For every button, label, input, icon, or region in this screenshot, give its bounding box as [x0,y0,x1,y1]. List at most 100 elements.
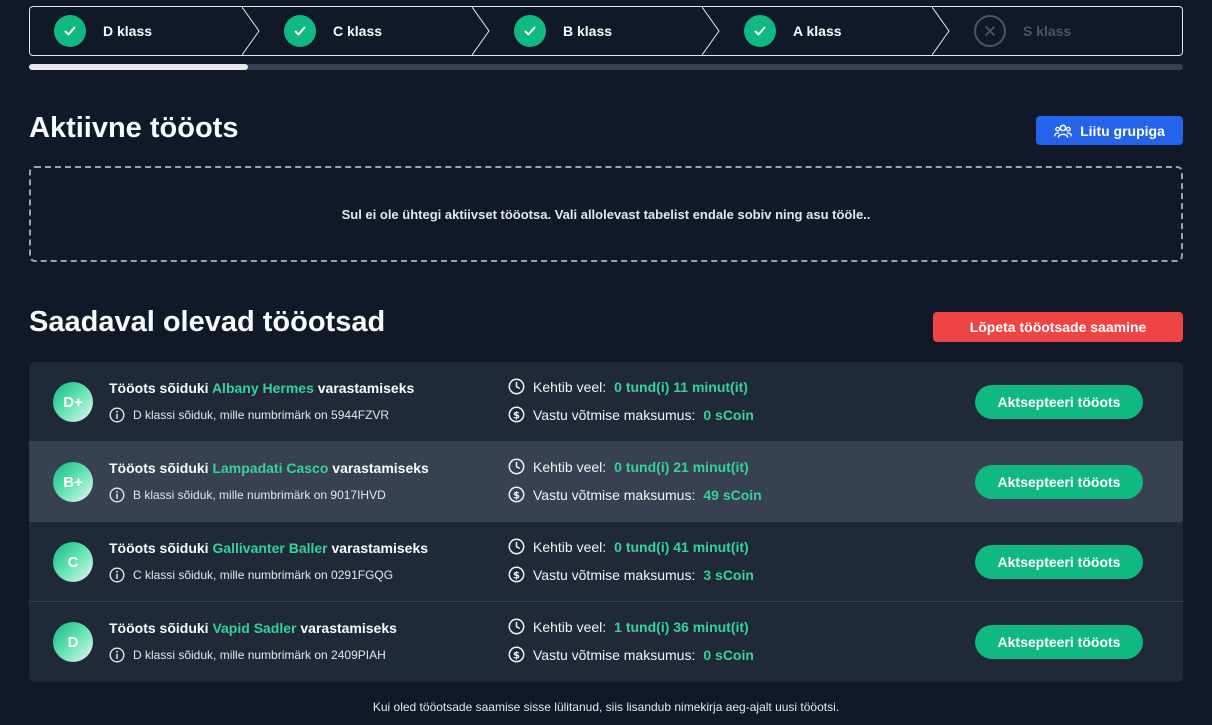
page: D klass C klass B klass A klass S klass … [0,0,1212,725]
title-prefix: Tööots sõiduki [109,460,209,476]
step-s-klass: S klass [950,7,1182,55]
users-icon [1054,124,1072,138]
accept-job-button[interactable]: Aktsepteeri tööots [975,625,1143,659]
pay-value: 0 sCoin [703,646,754,663]
table-row: D+ Tööots sõiduki Albany Hermes varastam… [29,362,1183,442]
empty-message: Sul ei ole ühtegi aktiivset tööotsa. Val… [341,206,871,222]
job-description: B klassi sõiduk, mille numbrimärk on 901… [109,487,386,503]
available-jobs-heading: Saadaval olevad tööotsad [29,306,386,338]
grade-badge: D [53,622,93,662]
clock-icon [508,618,525,635]
car-name: Albany Hermes [211,380,314,396]
step-label: D klass [103,23,153,39]
x-circle-icon [974,15,1006,47]
valid-label: Kehtib veel: [533,538,607,555]
check-icon [744,15,776,47]
valid-value: 1 tund(i) 36 minut(it) [614,618,749,635]
job-description: D klassi sõiduk, mille numbrimärk on 240… [109,647,386,663]
job-title: Tööots sõiduki Gallivanter Baller varast… [109,540,428,556]
job-title: Tööots sõiduki Vapid Sadler varastamisek… [109,620,397,636]
car-name: Gallivanter Baller [212,540,328,556]
accept-job-button[interactable]: Aktsepteeri tööots [975,385,1143,419]
svg-text:$: $ [513,570,520,581]
pay-value: 0 sCoin [703,406,754,423]
chevron-separator [242,7,260,55]
grade-badge: B+ [53,462,93,502]
progress-fill [29,64,249,70]
step-a-klass: A klass [720,7,950,55]
valid-value: 0 tund(i) 41 minut(it) [614,538,749,555]
job-list: D+ Tööots sõiduki Albany Hermes varastam… [29,362,1183,682]
pay-label: Vastu võtmise maksumus: [533,566,696,583]
accept-job-button[interactable]: Aktsepteeri tööots [975,465,1143,499]
step-label: A klass [793,23,842,39]
pay-value: 49 sCoin [703,486,762,503]
clock-icon [508,458,525,475]
footer-note: Kui oled tööotsade saamise sisse lülitan… [372,700,840,714]
grade-badge: D+ [53,382,93,422]
accept-job-button[interactable]: Aktsepteeri tööots [975,545,1143,579]
accept-cost: $ Vastu võtmise maksumus: 49 sCoin [508,486,762,503]
pay-label: Vastu võtmise maksumus: [533,646,696,663]
dollar-circle-icon: $ [508,486,525,503]
title-prefix: Tööots sõiduki [109,540,209,556]
title-suffix: varastamiseks [300,620,397,636]
info-icon [109,567,125,583]
step-d-klass: D klass [30,7,260,55]
table-row: B+ Tööots sõiduki Lampadati Casco varast… [29,442,1183,522]
join-group-button[interactable]: Liitu grupiga [1036,116,1183,145]
chevron-separator [702,7,720,55]
step-c-klass: C klass [260,7,490,55]
table-row: C Tööots sõiduki Gallivanter Baller vara… [29,522,1183,602]
stop-receiving-jobs-button[interactable]: Lõpeta tööotsade saamine [933,312,1183,342]
valid-label: Kehtib veel: [533,378,607,395]
title-suffix: varastamiseks [331,540,429,556]
join-group-label: Liitu grupiga [1080,122,1165,139]
valid-label: Kehtib veel: [533,458,607,475]
accept-cost: $ Vastu võtmise maksumus: 3 sCoin [508,566,754,583]
valid-value: 0 tund(i) 11 minut(it) [614,378,748,395]
class-stepper: D klass C klass B klass A klass S klass [29,6,1183,56]
dollar-circle-icon: $ [508,566,525,583]
dollar-circle-icon: $ [508,406,525,423]
title-prefix: Tööots sõiduki [109,620,209,636]
accept-cost: $ Vastu võtmise maksumus: 0 sCoin [508,406,754,423]
dollar-circle-icon: $ [508,646,525,663]
valid-time: Kehtib veel: 0 tund(i) 11 minut(it) [508,378,748,395]
valid-time: Kehtib veel: 0 tund(i) 41 minut(it) [508,538,749,555]
description-text: B klassi sõiduk, mille numbrimärk on 901… [133,488,386,502]
valid-time: Kehtib veel: 1 tund(i) 36 minut(it) [508,618,749,635]
valid-time: Kehtib veel: 0 tund(i) 21 minut(it) [508,458,749,475]
description-text: D klassi sõiduk, mille numbrimärk on 594… [133,408,390,422]
step-label: B klass [563,23,613,39]
check-icon [514,15,546,47]
clock-icon [508,378,525,395]
accept-cost: $ Vastu võtmise maksumus: 0 sCoin [508,646,754,663]
info-icon [109,647,125,663]
svg-text:$: $ [513,650,520,661]
grade-badge: C [53,542,93,582]
step-label: C klass [333,23,383,39]
active-job-heading: Aktiivne tööots [29,112,239,144]
clock-icon [508,538,525,555]
job-title: Tööots sõiduki Lampadati Casco varastami… [109,460,429,476]
info-icon [109,487,125,503]
description-text: C klassi sõiduk, mille numbrimärk on 029… [133,568,394,582]
job-description: D klassi sõiduk, mille numbrimärk on 594… [109,407,389,423]
step-b-klass: B klass [490,7,720,55]
step-label: S klass [1023,23,1072,39]
car-name: Lampadati Casco [212,460,329,476]
check-icon [284,15,316,47]
chevron-separator [932,7,950,55]
job-description: C klassi sõiduk, mille numbrimärk on 029… [109,567,393,583]
job-title: Tööots sõiduki Albany Hermes varastamise… [109,380,414,396]
check-icon [54,15,86,47]
info-icon [109,407,125,423]
pay-label: Vastu võtmise maksumus: [533,406,696,423]
svg-text:$: $ [513,490,520,501]
valid-label: Kehtib veel: [533,618,607,635]
svg-text:$: $ [513,410,520,421]
active-job-empty-state: Sul ei ole ühtegi aktiivset tööotsa. Val… [29,166,1183,262]
car-name: Vapid Sadler [212,620,297,636]
class-progress-bar [29,64,1183,70]
